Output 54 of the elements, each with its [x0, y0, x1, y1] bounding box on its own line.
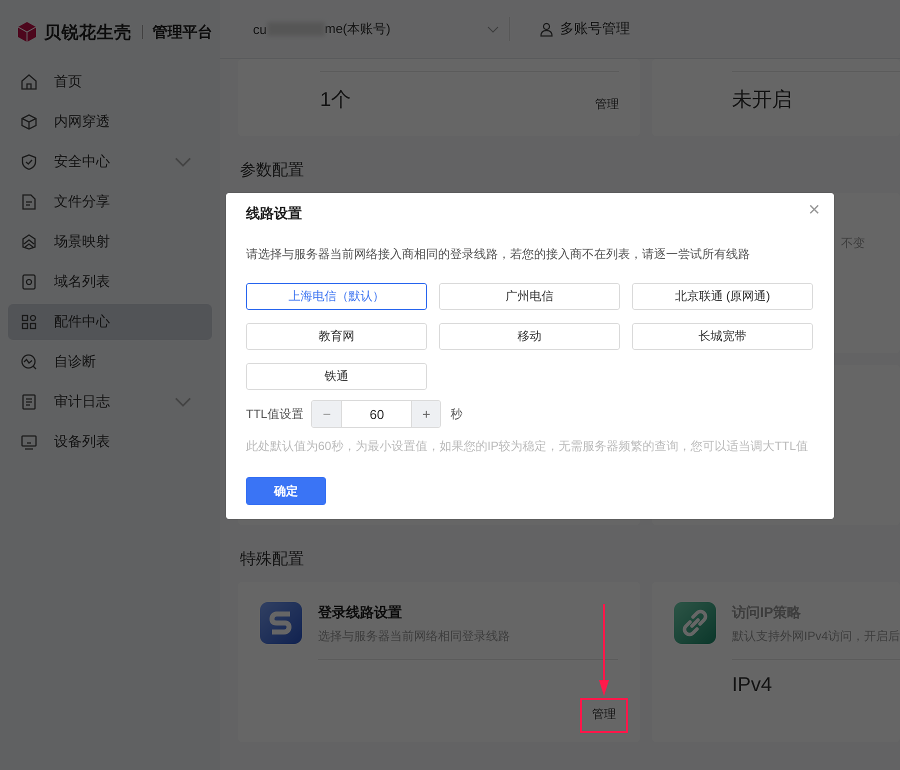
card-value: 未开启 [732, 88, 793, 113]
grid-icon [20, 313, 38, 331]
layers-icon [20, 233, 38, 251]
line-option[interactable]: 教育网 [246, 323, 427, 350]
manage-link[interactable]: 管理 [595, 96, 619, 113]
brand-name: 贝锐花生壳 [44, 22, 132, 44]
shield-icon [20, 153, 38, 171]
sidebar-item[interactable]: 自诊断 [8, 344, 212, 380]
sidebar-item[interactable]: 配件中心 [8, 304, 212, 340]
hint-text: 此处默认值为60秒，为最小设置值，如果您的IP较为稳定，无需服务器频繁的查询，您可以适当调大TTL值 [246, 438, 810, 455]
unit-label: 秒 [450, 406, 462, 422]
sidebar-item[interactable]: 域名列表 [8, 264, 212, 300]
user-icon [539, 22, 554, 36]
dialog-title: 线路设置 [246, 205, 303, 223]
card-title: 登录线路设置 [318, 604, 403, 622]
product-name: 管理平台 [152, 22, 212, 42]
line-option[interactable]: 移动 [439, 323, 620, 350]
section-title: 特殊配置 [239, 550, 305, 570]
multi-account-link[interactable]: 多账号管理 [539, 20, 630, 38]
document-icon [20, 393, 38, 411]
account-select[interactable]: cu me(本账号) [253, 20, 509, 38]
close-button[interactable]: × [806, 199, 822, 222]
sidebar-item[interactable]: 设备列表 [8, 424, 212, 460]
confirm-button[interactable]: 确定 [246, 477, 326, 505]
card-value: 1个 [320, 88, 352, 113]
diagnose-icon [20, 353, 38, 371]
link-icon [674, 602, 716, 644]
sidebar-item[interactable]: 审计日志 [8, 384, 212, 420]
sidebar-item[interactable]: 文件分享 [8, 184, 212, 220]
sidebar-item[interactable]: 内网穿透 [8, 104, 212, 140]
line-option[interactable]: 上海电信（默认） [246, 283, 427, 310]
number-stepper[interactable]: − 60 + [311, 400, 442, 428]
cube-icon [20, 113, 38, 131]
line-option[interactable]: 北京联通 (原网通) [632, 283, 813, 310]
sidebar-item[interactable]: 首页 [8, 64, 212, 100]
decrement-button[interactable]: − [312, 401, 342, 427]
monitor-icon [20, 433, 38, 451]
chevron-icon [487, 26, 499, 32]
line-option[interactable]: 铁通 [246, 363, 427, 390]
domain-icon [20, 273, 38, 291]
sidebar-item[interactable]: 安全中心 [8, 144, 212, 180]
ttl-label: TTL值设置 [246, 406, 304, 422]
section-title: 参数配置 [239, 160, 305, 181]
line-option[interactable]: 广州电信 [439, 283, 620, 310]
logo-icon [16, 21, 38, 43]
app-icon [260, 602, 302, 644]
increment-button[interactable]: + [411, 401, 440, 427]
line-option[interactable]: 长城宽带 [632, 323, 813, 350]
sidebar-item[interactable]: 场景映射 [8, 224, 212, 260]
document-icon [20, 193, 38, 211]
manage-link[interactable]: 管理 [592, 707, 616, 721]
card-value: IPv4 [732, 674, 774, 697]
home-icon [20, 73, 38, 91]
dialog-description: 请选择与服务器当前网络接入商相同的登录线路，若您的接入商不在列表，请逐一尝试所有线路 [246, 246, 751, 263]
